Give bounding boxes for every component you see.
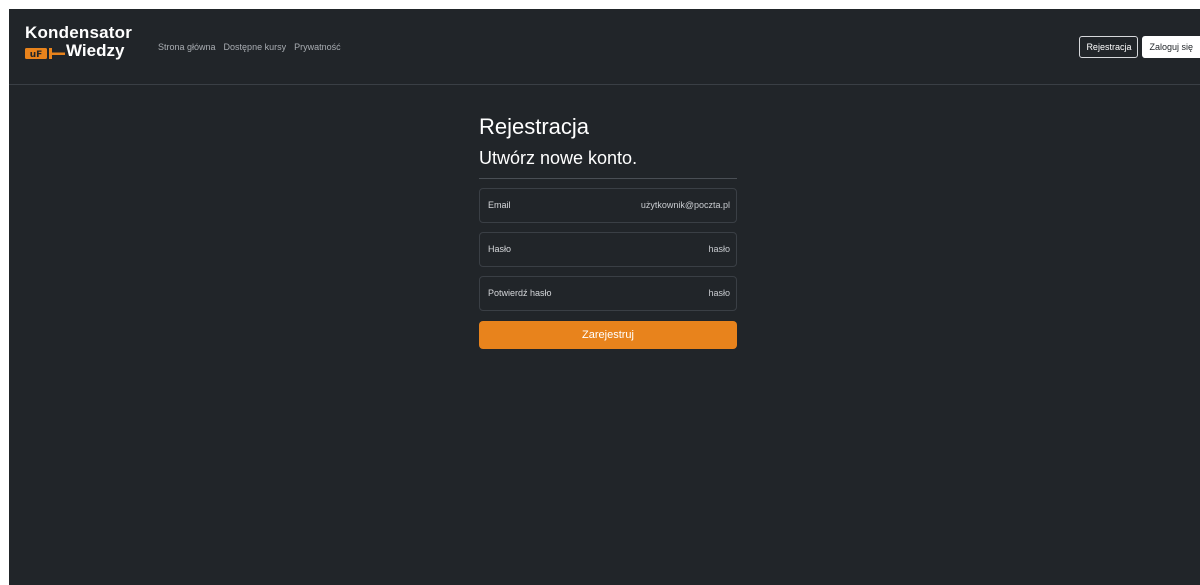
confirm-password-label: Potwierdź hasło	[488, 288, 552, 298]
divider	[479, 178, 737, 179]
navbar: Kondensator uF Wiedzy Strona główna Dost…	[9, 9, 1200, 85]
password-input[interactable]	[580, 242, 730, 256]
confirm-password-field[interactable]: Potwierdź hasło	[479, 276, 737, 311]
register-form: Rejestracja Utwórz nowe konto. Email Has…	[479, 113, 737, 349]
page-title: Rejestracja	[479, 114, 590, 139]
app-window: Kondensator uF Wiedzy Strona główna Dost…	[9, 9, 1200, 585]
nav-link-privacy[interactable]: Prywatność	[294, 42, 341, 52]
svg-text:uF: uF	[30, 50, 43, 60]
register-button[interactable]: Rejestracja	[1079, 36, 1139, 58]
confirm-password-input[interactable]	[580, 286, 730, 300]
capacitor-logo-icon: uF	[25, 48, 65, 60]
password-label: Hasło	[488, 244, 512, 254]
main-nav: Strona główna Dostępne kursy Prywatność	[158, 42, 341, 52]
page-subtitle: Utwórz nowe konto.	[479, 148, 638, 168]
email-field[interactable]: Email	[479, 188, 737, 223]
brand-name-line1: Kondensator	[25, 23, 133, 42]
submit-register-button[interactable]: Zarejestruj	[479, 321, 737, 349]
brand-name-line2: Wiedzy	[66, 41, 125, 60]
auth-buttons: Rejestracja Zaloguj się	[1079, 36, 1200, 58]
login-button[interactable]: Zaloguj się	[1142, 36, 1200, 58]
email-label: Email	[488, 200, 511, 210]
nav-link-home[interactable]: Strona główna	[158, 42, 216, 52]
password-field[interactable]: Hasło	[479, 232, 737, 267]
email-input[interactable]	[580, 198, 730, 212]
brand-logo[interactable]: Kondensator uF Wiedzy	[25, 24, 135, 64]
nav-link-courses[interactable]: Dostępne kursy	[224, 42, 287, 52]
